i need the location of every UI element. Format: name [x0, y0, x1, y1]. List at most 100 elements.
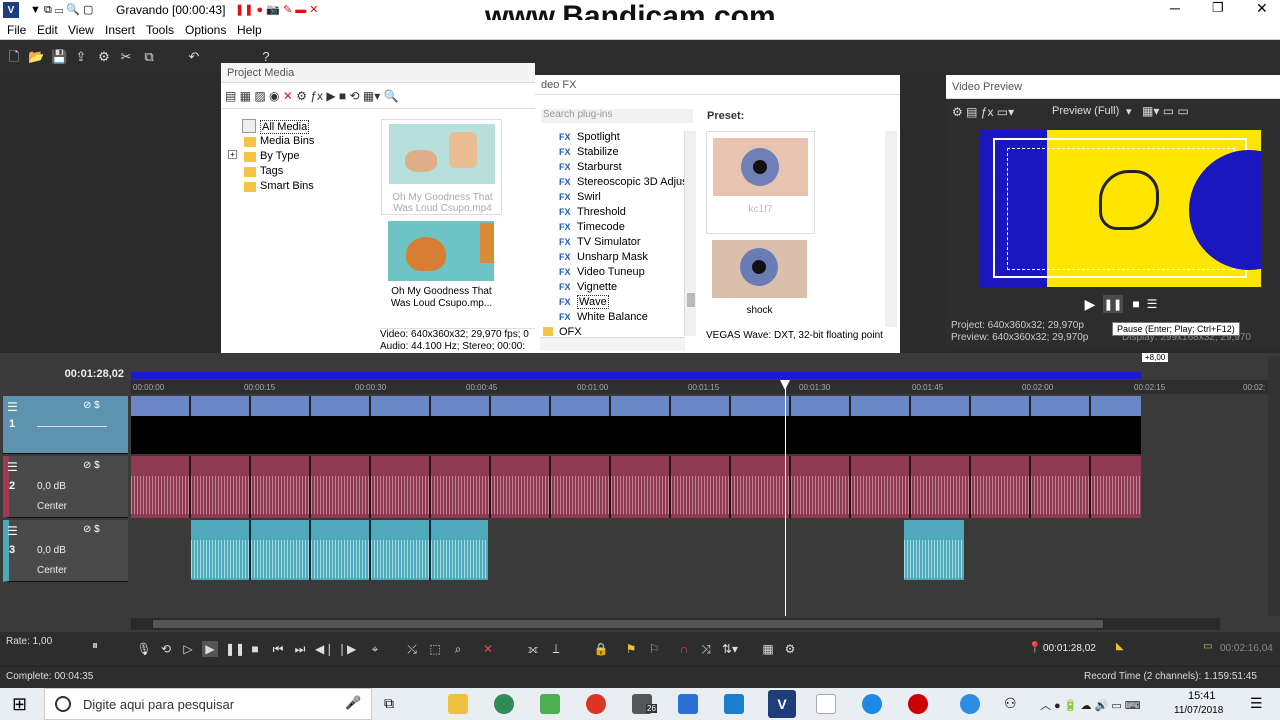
fx-item-selected[interactable]: FX Wave — [559, 295, 609, 311]
preview-tools-icon[interactable]: ⚙ ▤ ƒx ▭▾ — [952, 105, 1014, 119]
fx-item[interactable]: FX Timecode — [559, 221, 625, 236]
fx-item[interactable]: FX Threshold — [559, 206, 626, 221]
media-thumb-1[interactable]: Oh My Goodness That Was Loud Csupo.mp4 — [381, 119, 502, 215]
copy-icon[interactable]: ⧉ — [141, 49, 157, 65]
zoom-tool-icon[interactable]: ⌕ — [450, 641, 466, 657]
document-icon[interactable] — [816, 694, 836, 714]
loop-icon[interactable]: ⟲ — [158, 641, 174, 657]
app-icon[interactable] — [724, 694, 744, 714]
loop-region-bar[interactable] — [131, 372, 1141, 379]
audio-track-3-clip[interactable] — [904, 520, 964, 580]
record-icon[interactable]: 🎙 — [136, 641, 152, 657]
fx-horizontal-scrollbar[interactable] — [540, 337, 685, 351]
notifications-icon[interactable]: ☰ — [1250, 695, 1263, 712]
video-clip-strip[interactable] — [131, 396, 1141, 416]
vegas-taskbar-icon[interactable]: V — [768, 690, 796, 718]
store-icon[interactable] — [678, 694, 698, 714]
opera-icon[interactable] — [586, 694, 606, 714]
trim-icon[interactable]: ⟗ — [525, 641, 541, 657]
open-icon[interactable]: 📂 — [28, 49, 44, 65]
lock-icon[interactable]: 🔒 — [593, 641, 609, 657]
fx-folder-ofx[interactable]: OFX — [559, 327, 582, 337]
preset-thumb-2[interactable]: shock — [706, 236, 815, 324]
vertical-scrollbar[interactable] — [1268, 356, 1280, 616]
render-icon[interactable]: ⇪ — [73, 49, 89, 65]
file-explorer-icon[interactable] — [448, 694, 468, 714]
snap-icon[interactable]: ∩ — [676, 641, 692, 657]
fx-item[interactable]: FX Swirl — [559, 191, 601, 206]
audio-track-2-lane[interactable] — [131, 456, 1141, 518]
properties-icon[interactable]: ⚙ — [96, 49, 112, 65]
tree-media-bins[interactable]: Media Bins — [260, 135, 314, 147]
chevron-down-icon[interactable]: ▾ — [1126, 105, 1132, 118]
app-icon[interactable] — [540, 694, 560, 714]
close-icon[interactable]: ✕ — [1256, 0, 1268, 17]
menu-icon[interactable]: ☰ — [7, 400, 18, 414]
ripple-dropdown-icon[interactable]: ⇅▾ — [722, 641, 738, 657]
tree-smart-bins[interactable]: Smart Bins — [260, 180, 314, 192]
people-icon[interactable]: ⚇ — [1004, 695, 1017, 712]
stop-icon[interactable]: ■ — [247, 641, 263, 657]
undo-icon[interactable]: ↶ — [186, 49, 202, 65]
go-to-end-icon[interactable]: ⏭ — [292, 641, 308, 657]
pause-icon[interactable]: ❚❚ — [1103, 295, 1123, 313]
fx-item[interactable]: FX Stereoscopic 3D Adjust — [559, 176, 691, 191]
marker-icon[interactable]: ⚑ — [623, 641, 639, 657]
preset-scrollbar[interactable] — [885, 131, 897, 327]
menu-view[interactable]: View — [68, 23, 94, 37]
menu-icon[interactable]: ☰ — [1144, 295, 1160, 313]
prev-frame-icon[interactable]: ◀❘ — [315, 641, 334, 657]
bandicam-controls-icon[interactable]: ▼ ⧉ ▭ 🔍 ▢ — [30, 3, 93, 17]
go-to-start-icon[interactable]: ⏮ — [270, 641, 286, 657]
system-tray-icons[interactable]: ︿ ● 🔋 ☁ 🔊 ▭ ⌨ — [1040, 697, 1141, 713]
fx-list-scrollbar[interactable] — [684, 131, 696, 336]
track-header-audio-3[interactable]: ☰ 3 ⊘ $ 0,0 dB Center — [3, 520, 128, 582]
expand-icon[interactable]: + — [228, 150, 237, 159]
play-icon[interactable]: ▶ — [202, 641, 218, 657]
edge-icon[interactable] — [862, 694, 882, 714]
maximize-icon[interactable]: ❐ — [1212, 0, 1224, 16]
next-frame-icon[interactable]: ❘▶ — [337, 641, 356, 657]
new-icon[interactable]: 🗋 — [6, 49, 22, 65]
delete-icon[interactable]: ✕ — [480, 641, 496, 657]
preset-thumb-1[interactable]: kc1f7 — [706, 131, 815, 234]
pause-icon[interactable]: ❚❚ — [225, 641, 245, 657]
fx-item[interactable]: FX Vignette — [559, 281, 617, 296]
menu-insert[interactable]: Insert — [105, 23, 135, 37]
preview-quality-dropdown[interactable]: Preview (Full) — [1052, 105, 1119, 117]
taskbar-search-box[interactable]: Digite aqui para pesquisar 🎤 — [44, 688, 372, 720]
tree-all-media[interactable]: All Media — [260, 120, 310, 134]
media-tools-icon[interactable]: ▤ ▦ ▨ ◉ ✕ ⚙ ƒx ▶ ■ ⟲ ▦▾ 🔍 — [225, 89, 399, 103]
level-slider[interactable] — [37, 426, 107, 427]
stop-icon[interactable]: ■ — [1126, 295, 1146, 313]
task-view-icon[interactable]: ⧉ — [384, 695, 394, 712]
split-icon[interactable]: ⟘ — [548, 641, 564, 657]
plugin-search-input[interactable]: Search plug-ins — [541, 109, 693, 123]
settings-icon[interactable]: ⚙ — [782, 641, 798, 657]
fx-item[interactable]: FX White Balance — [559, 311, 648, 326]
menu-help[interactable]: Help — [237, 23, 262, 37]
track-header-video[interactable]: ☰ 1 ⊘ $ — [3, 396, 128, 454]
mute-solo-icon[interactable]: ⊘ $ — [83, 524, 100, 535]
menu-tools[interactable]: Tools — [146, 23, 174, 37]
auto-ripple-icon[interactable]: ⤨ — [698, 641, 714, 657]
selection-tool-icon[interactable]: ⬚ — [427, 641, 443, 657]
mail-icon[interactable]: 26 — [632, 694, 657, 714]
help-icon[interactable] — [960, 694, 980, 714]
menu-file[interactable]: File — [7, 23, 26, 37]
fx-item[interactable]: FX Spotlight — [559, 131, 620, 146]
menu-options[interactable]: Options — [185, 23, 226, 37]
grid-overlay-icon[interactable]: ▦▾ ▭ ▭ — [1142, 104, 1189, 118]
windows-start-icon[interactable]: ⊞ — [12, 694, 27, 715]
envelope-tool-icon[interactable]: ⤯ — [404, 641, 420, 657]
grid-icon[interactable]: ▦ — [760, 641, 776, 657]
save-icon[interactable]: 💾 — [51, 49, 67, 65]
play-from-start-icon[interactable]: ▷ — [180, 641, 196, 657]
fx-item[interactable]: FX Unsharp Mask — [559, 251, 648, 266]
minimize-icon[interactable]: ─ — [1170, 0, 1180, 16]
tree-tags[interactable]: Tags — [260, 165, 283, 177]
tree-by-type[interactable]: By Type — [260, 150, 300, 162]
mute-solo-icon[interactable]: ⊘ $ — [83, 400, 100, 411]
rate-reset-icon[interactable]: ⏸ — [92, 638, 98, 653]
fx-item[interactable]: FX Video Tuneup — [559, 266, 645, 281]
